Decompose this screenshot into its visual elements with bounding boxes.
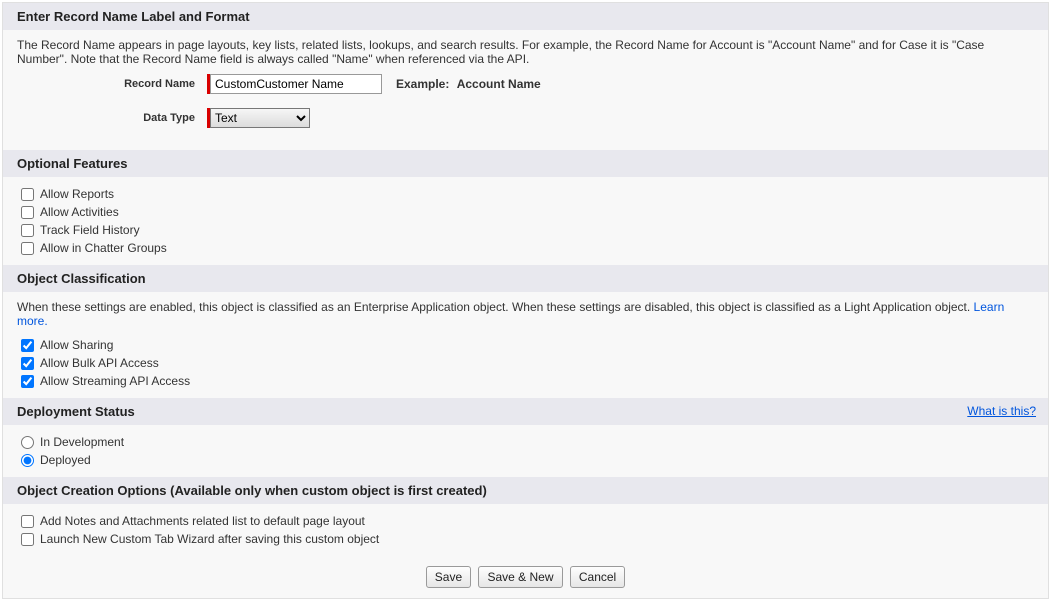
list-item: Deployed bbox=[17, 451, 1034, 469]
object-classification-description: When these settings are enabled, this ob… bbox=[17, 300, 1034, 328]
launch-tab-wizard-checkbox[interactable] bbox=[21, 533, 34, 546]
list-item: In Development bbox=[17, 433, 1034, 451]
example-label: Example: bbox=[396, 77, 449, 91]
list-item: Launch New Custom Tab Wizard after savin… bbox=[17, 530, 1034, 548]
example-value: Account Name bbox=[457, 77, 541, 91]
section-title: Deployment Status bbox=[17, 404, 135, 419]
what-is-this-link[interactable]: What is this? bbox=[967, 404, 1036, 418]
section-title: Object Creation Options (Available only … bbox=[17, 483, 487, 498]
deployed-radio[interactable] bbox=[21, 454, 34, 467]
record-name-example: Example: Account Name bbox=[396, 77, 541, 91]
button-bar: Save Save & New Cancel bbox=[3, 556, 1048, 598]
list-item: Allow Reports bbox=[17, 185, 1034, 203]
section-title: Enter Record Name Label and Format bbox=[17, 9, 250, 24]
checkbox-label: Allow Sharing bbox=[40, 338, 113, 352]
checkbox-label: Launch New Custom Tab Wizard after savin… bbox=[40, 532, 379, 546]
list-item: Allow Sharing bbox=[17, 336, 1034, 354]
allow-sharing-checkbox[interactable] bbox=[21, 339, 34, 352]
record-name-input[interactable] bbox=[210, 74, 382, 94]
allow-streaming-api-checkbox[interactable] bbox=[21, 375, 34, 388]
section-title: Object Classification bbox=[17, 271, 146, 286]
section-optional-features-body: Allow Reports Allow Activities Track Fie… bbox=[3, 177, 1048, 265]
allow-activities-checkbox[interactable] bbox=[21, 206, 34, 219]
section-object-classification-body: When these settings are enabled, this ob… bbox=[3, 292, 1048, 398]
checkbox-label: Track Field History bbox=[40, 223, 140, 237]
checkbox-label: Allow Activities bbox=[40, 205, 119, 219]
save-and-new-button[interactable]: Save & New bbox=[478, 566, 562, 588]
record-name-label: Record Name bbox=[17, 78, 207, 90]
save-button[interactable]: Save bbox=[426, 566, 471, 588]
desc-text: When these settings are enabled, this ob… bbox=[17, 300, 974, 314]
allow-reports-checkbox[interactable] bbox=[21, 188, 34, 201]
data-type-label: Data Type bbox=[17, 112, 207, 124]
section-title: Optional Features bbox=[17, 156, 128, 171]
checkbox-label: Allow in Chatter Groups bbox=[40, 241, 167, 255]
list-item: Track Field History bbox=[17, 221, 1034, 239]
list-item: Allow Bulk API Access bbox=[17, 354, 1034, 372]
record-name-description: The Record Name appears in page layouts,… bbox=[17, 38, 1034, 66]
radio-label: Deployed bbox=[40, 453, 91, 467]
record-name-row: Record Name Example: Account Name bbox=[17, 74, 1034, 94]
list-item: Allow Activities bbox=[17, 203, 1034, 221]
track-field-history-checkbox[interactable] bbox=[21, 224, 34, 237]
section-record-name-body: The Record Name appears in page layouts,… bbox=[3, 30, 1048, 150]
section-object-creation-options-header: Object Creation Options (Available only … bbox=[3, 477, 1048, 504]
radio-label: In Development bbox=[40, 435, 124, 449]
list-item: Add Notes and Attachments related list t… bbox=[17, 512, 1034, 530]
section-object-creation-options-body: Add Notes and Attachments related list t… bbox=[3, 504, 1048, 556]
checkbox-label: Allow Streaming API Access bbox=[40, 374, 190, 388]
allow-chatter-groups-checkbox[interactable] bbox=[21, 242, 34, 255]
section-record-name-header: Enter Record Name Label and Format bbox=[3, 3, 1048, 30]
data-type-select[interactable]: Text bbox=[210, 108, 310, 128]
add-notes-attachments-checkbox[interactable] bbox=[21, 515, 34, 528]
section-deployment-status-body: In Development Deployed bbox=[3, 425, 1048, 477]
allow-bulk-api-checkbox[interactable] bbox=[21, 357, 34, 370]
cancel-button[interactable]: Cancel bbox=[570, 566, 625, 588]
checkbox-label: Allow Bulk API Access bbox=[40, 356, 159, 370]
section-deployment-status-header: Deployment Status What is this? bbox=[3, 398, 1048, 425]
section-optional-features-header: Optional Features bbox=[3, 150, 1048, 177]
list-item: Allow Streaming API Access bbox=[17, 372, 1034, 390]
in-development-radio[interactable] bbox=[21, 436, 34, 449]
checkbox-label: Add Notes and Attachments related list t… bbox=[40, 514, 365, 528]
custom-object-form: Enter Record Name Label and Format The R… bbox=[2, 2, 1049, 599]
section-object-classification-header: Object Classification bbox=[3, 265, 1048, 292]
data-type-row: Data Type Text bbox=[17, 108, 1034, 128]
checkbox-label: Allow Reports bbox=[40, 187, 114, 201]
list-item: Allow in Chatter Groups bbox=[17, 239, 1034, 257]
